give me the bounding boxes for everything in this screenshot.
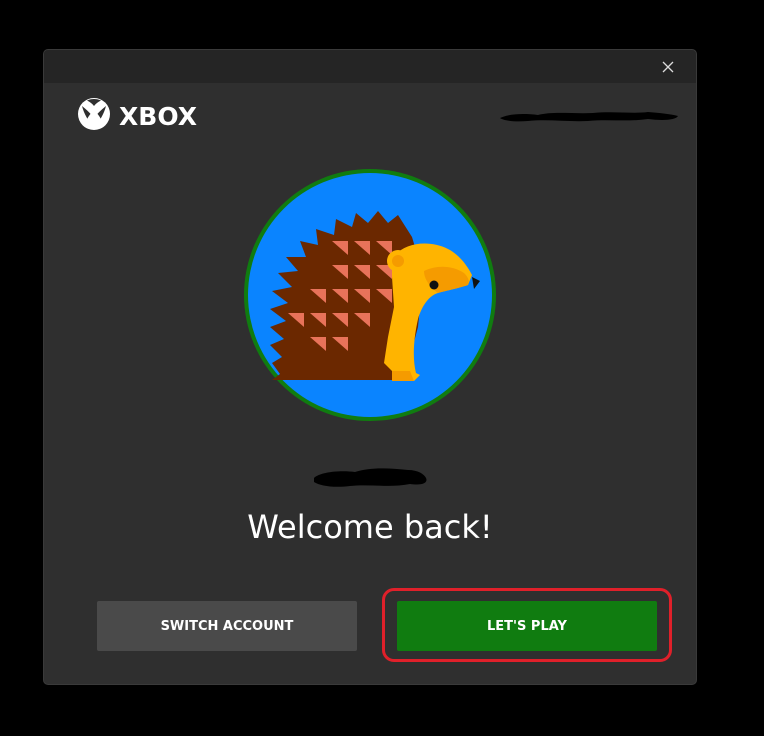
account-email-redacted	[498, 108, 680, 122]
welcome-heading: Welcome back!	[247, 508, 493, 546]
xbox-sphere-icon	[77, 97, 111, 135]
gamertag-redacted	[310, 464, 430, 490]
lets-play-button[interactable]: LET'S PLAY	[397, 601, 657, 651]
switch-account-label: SWITCH ACCOUNT	[160, 618, 294, 634]
title-bar	[44, 50, 696, 83]
close-icon	[662, 58, 674, 77]
xbox-logo: XBOX	[77, 97, 197, 135]
switch-account-button[interactable]: SWITCH ACCOUNT	[97, 601, 357, 651]
hedgehog-avatar	[242, 167, 498, 423]
xbox-wordmark: XBOX	[119, 101, 197, 131]
lets-play-label: LET'S PLAY	[487, 618, 567, 634]
sign-in-dialog: XBOX Welcome back! SWITCH ACCOUNT LET'S …	[44, 50, 696, 684]
close-button[interactable]	[654, 56, 682, 78]
